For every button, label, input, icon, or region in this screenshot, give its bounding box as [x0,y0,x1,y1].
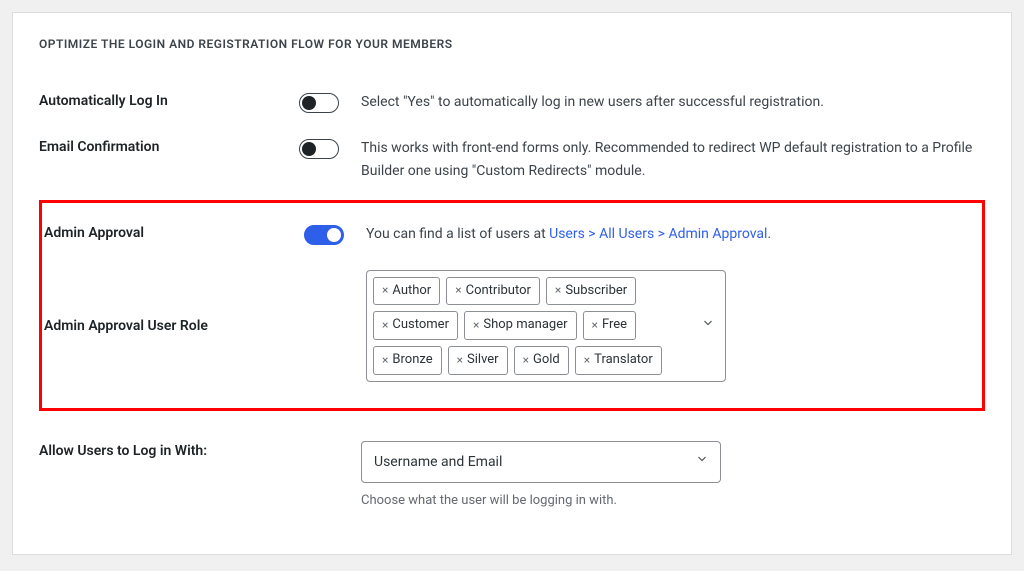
close-icon[interactable]: × [473,316,479,335]
role-tag[interactable]: ×Bronze [373,346,442,375]
toggle-email-confirm[interactable] [299,139,339,159]
role-tag-label: Customer [392,315,449,336]
role-tag-label: Subscriber [565,281,627,302]
role-tag-label: Gold [533,350,560,371]
role-tag[interactable]: ×Translator [575,346,662,375]
help-login-with: Choose what the user will be logging in … [361,491,985,512]
role-tag[interactable]: ×Silver [448,346,508,375]
label-admin-approval-roles: Admin Approval User Role [44,318,304,334]
role-tag-label: Free [602,315,627,336]
settings-panel: OPTIMIZE THE LOGIN AND REGISTRATION FLOW… [12,12,1012,555]
close-icon[interactable]: × [382,351,388,370]
role-tag-label: Translator [594,350,653,371]
label-auto-login: Automatically Log In [39,91,299,109]
close-icon[interactable]: × [457,351,463,370]
row-email-confirm: Email Confirmation This works with front… [39,125,985,194]
role-tag[interactable]: ×Subscriber [546,277,636,306]
close-icon[interactable]: × [382,281,388,300]
role-tag-label: Contributor [466,281,531,302]
chevron-down-icon [701,315,715,337]
desc-admin-approval: You can find a list of users at Users > … [366,223,980,245]
role-tag[interactable]: × Contributor [446,277,540,306]
role-tag-label: Shop manager [483,315,567,336]
role-tag[interactable]: ×Author [373,277,440,306]
close-icon[interactable]: × [382,316,388,335]
select-login-with[interactable]: Username and Email [361,441,721,483]
label-email-confirm: Email Confirmation [39,137,299,155]
close-icon[interactable]: × [455,281,461,300]
link-admin-approval-users[interactable]: Users > All Users > Admin Approval [549,226,767,242]
toggle-admin-approval[interactable] [304,225,344,245]
close-icon[interactable]: × [555,281,561,300]
row-admin-approval: Admin Approval You can find a list of us… [44,211,980,257]
toggle-auto-login[interactable] [299,93,339,113]
row-login-with: Allow Users to Log in With: Username and… [39,429,985,524]
label-login-with: Allow Users to Log in With: [39,441,299,459]
role-tag[interactable]: ×Gold [514,346,569,375]
section-title: OPTIMIZE THE LOGIN AND REGISTRATION FLOW… [39,37,985,51]
label-admin-approval: Admin Approval [44,223,304,241]
role-tag-label: Bronze [392,350,432,371]
role-tag-label: Author [392,281,431,302]
row-auto-login: Automatically Log In Select "Yes" to aut… [39,79,985,125]
desc-auto-login: Select "Yes" to automatically log in new… [361,91,985,113]
highlight-admin-approval: Admin Approval You can find a list of us… [39,200,985,411]
close-icon[interactable]: × [584,351,590,370]
row-admin-approval-roles: Admin Approval User Role ×Author×Contrib… [44,258,980,394]
role-tag[interactable]: ×Customer [373,311,458,340]
role-tag-label: Silver [467,350,499,371]
close-icon[interactable]: × [523,351,529,370]
desc-email-confirm: This works with front-end forms only. Re… [361,137,985,182]
role-tag[interactable]: ×Shop manager [464,311,577,340]
role-tag[interactable]: ×Free [583,311,637,340]
multiselect-admin-approval-roles[interactable]: ×Author×Contributor×Subscriber×Customer×… [366,270,726,382]
close-icon[interactable]: × [592,316,598,335]
